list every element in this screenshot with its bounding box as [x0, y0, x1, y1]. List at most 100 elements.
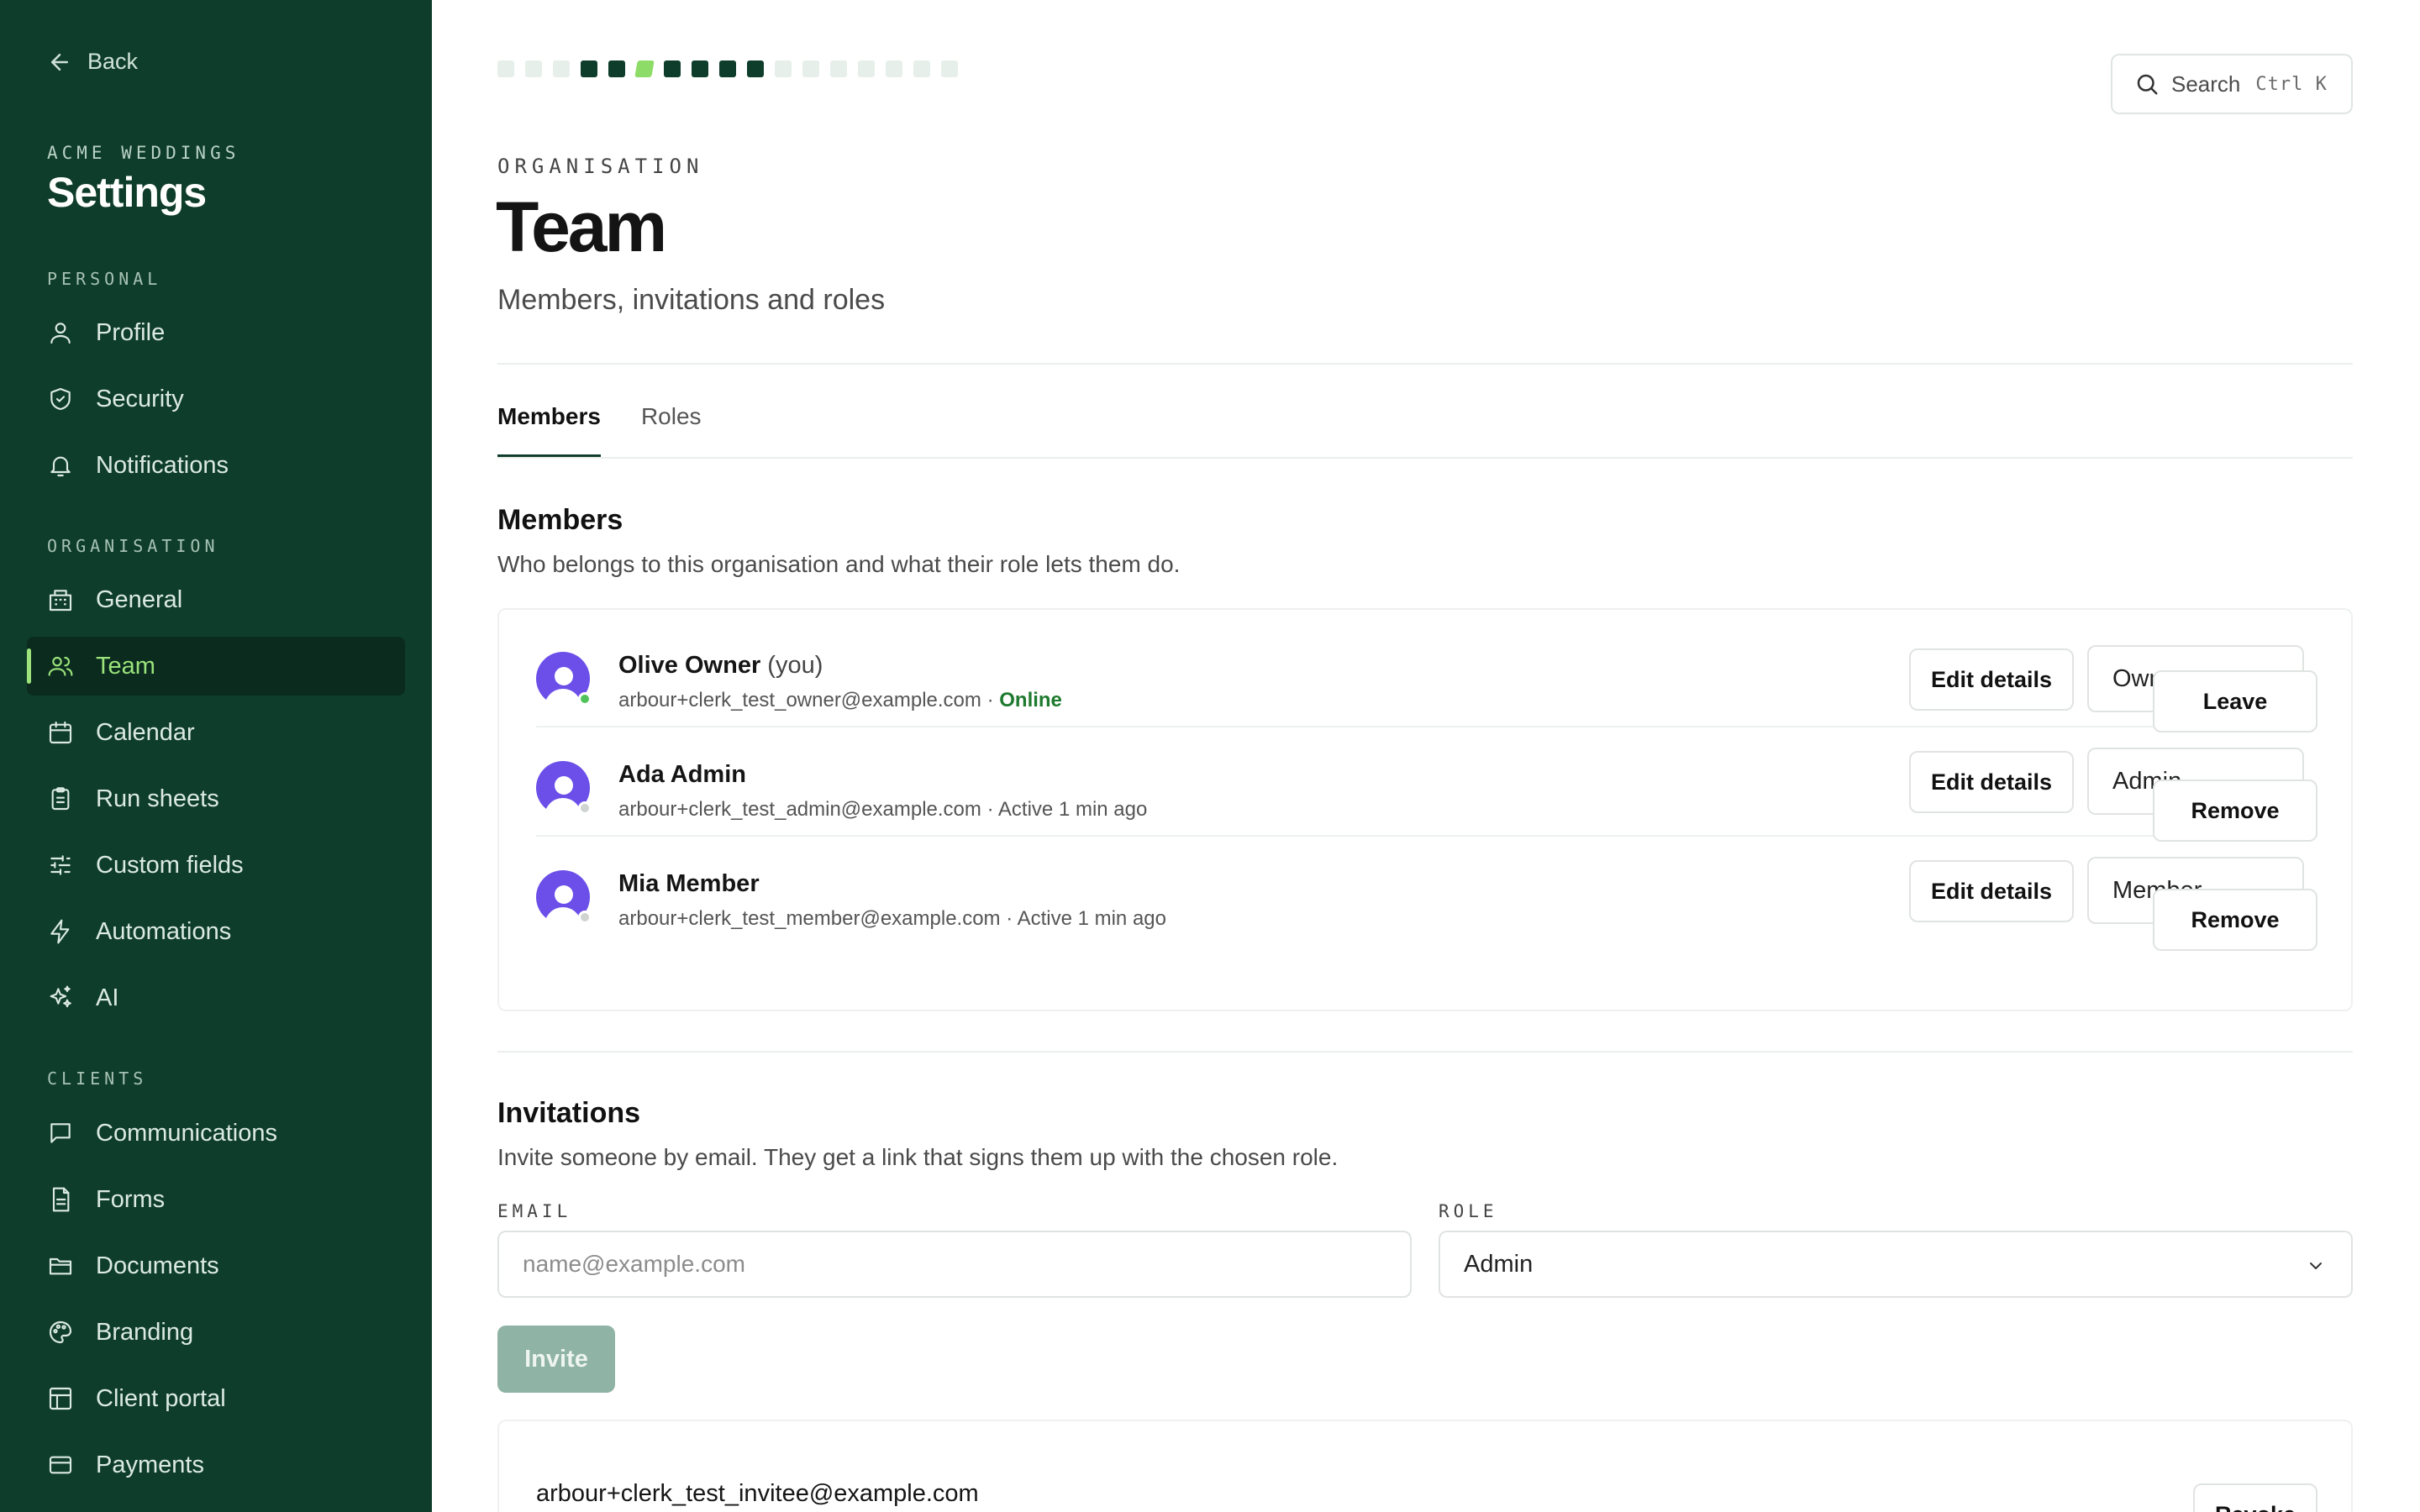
member-name: Ada Admin — [618, 761, 746, 788]
tab-bar: Members Roles — [497, 403, 702, 457]
sidebar-item-label: Communications — [96, 1119, 277, 1147]
progress-step — [886, 60, 902, 77]
progress-step — [941, 60, 958, 77]
setup-progress — [497, 60, 958, 77]
you-suffix: (you) — [767, 652, 823, 679]
members-heading: Members — [497, 504, 623, 536]
member-email: arbour+clerk_test_owner@example.com — [618, 689, 981, 711]
folder-open-icon — [49, 1257, 72, 1275]
sidebar-item-automations[interactable]: Automations — [27, 902, 405, 961]
sidebar-item-ai[interactable]: AI — [27, 969, 405, 1027]
back-label: Back — [87, 49, 139, 74]
progress-step — [525, 60, 542, 77]
user-icon — [50, 323, 71, 344]
search-shortcut: Ctrl K — [2255, 73, 2328, 95]
sidebar-item-documents[interactable]: Documents — [27, 1236, 405, 1295]
section-label-clients: CLIENTS — [47, 1068, 148, 1089]
member-status: Active 1 min ago — [997, 798, 1148, 821]
member-email: arbour+clerk_test_admin@example.com — [618, 798, 981, 821]
calendar-icon — [49, 721, 72, 744]
sidebar-item-client-portal[interactable]: Client portal — [27, 1369, 405, 1428]
sidebar-item-label: Security — [96, 385, 184, 412]
sparkles-icon — [50, 985, 71, 1008]
sidebar-item-label: Client portal — [96, 1384, 226, 1412]
invitations-description: Invite someone by email. They get a link… — [497, 1144, 1339, 1170]
progress-step — [719, 60, 736, 77]
invite-button[interactable]: Invite — [497, 1326, 615, 1393]
sliders-icon — [50, 855, 71, 875]
invite-email-input[interactable] — [497, 1231, 1412, 1298]
offline-status-dot — [578, 801, 592, 815]
invitations-heading: Invitations — [497, 1097, 641, 1129]
sidebar-item-branding[interactable]: Branding — [27, 1303, 405, 1362]
sidebar-item-general[interactable]: General — [27, 570, 405, 629]
tab-members[interactable]: Members — [497, 403, 601, 457]
member-row: Mia Member arbour+clerk_test_member@exam… — [536, 837, 2317, 946]
sidebar-item-label: Documents — [96, 1252, 219, 1279]
member-name: Olive Owner (you) — [618, 652, 823, 679]
sidebar-item-label: Calendar — [96, 718, 195, 746]
sidebar-item-payments[interactable]: Payments — [27, 1436, 405, 1494]
progress-step — [634, 60, 655, 77]
file-text-icon — [52, 1187, 70, 1212]
sidebar-item-calendar[interactable]: Calendar — [27, 703, 405, 762]
org-name: ACME WEDDINGS — [47, 143, 240, 163]
progress-step — [553, 60, 570, 77]
edit-details-button[interactable]: Edit details — [1909, 751, 2074, 813]
member-meta: arbour+clerk_test_admin@example.com · Ac… — [618, 798, 1148, 821]
progress-step — [664, 60, 681, 77]
sidebar-item-team[interactable]: Team — [27, 637, 405, 696]
member-name: Mia Member — [618, 870, 760, 897]
role-field-label: ROLE — [1439, 1201, 1498, 1221]
sidebar-item-label: Notifications — [96, 451, 229, 479]
sidebar-item-label: Forms — [96, 1185, 166, 1213]
sidebar-item-label: Run sheets — [96, 785, 219, 812]
edit-details-button[interactable]: Edit details — [1909, 860, 2074, 922]
shield-check-icon — [50, 387, 71, 411]
sidebar-item-forms[interactable]: Forms — [27, 1170, 405, 1229]
sidebar-item-label: Branding — [96, 1318, 194, 1346]
bell-icon — [50, 456, 71, 477]
search-icon — [2137, 74, 2158, 95]
sidebar-item-custom-fields[interactable]: Custom fields — [27, 836, 405, 895]
avatar — [536, 761, 592, 816]
progress-step — [497, 60, 514, 77]
leave-button[interactable]: Leave — [2153, 670, 2317, 732]
sidebar-item-profile[interactable]: Profile — [27, 303, 405, 362]
remove-member-button[interactable]: Remove — [2153, 780, 2317, 842]
building-icon — [49, 590, 72, 612]
sidebar-item-label: AI — [96, 984, 119, 1011]
sidebar-item-run-sheets[interactable]: Run sheets — [27, 769, 405, 828]
search-label: Search — [2171, 71, 2241, 97]
sidebar-item-label: Payments — [96, 1451, 204, 1478]
progress-step — [692, 60, 708, 77]
progress-step — [581, 60, 597, 77]
sidebar-item-label: Team — [96, 652, 155, 680]
sidebar-item-label: Custom fields — [96, 851, 244, 879]
remove-member-button[interactable]: Remove — [2153, 889, 2317, 951]
page-title: Team — [496, 187, 667, 266]
tab-roles[interactable]: Roles — [641, 403, 702, 455]
members-description: Who belongs to this organisation and wha… — [497, 551, 1181, 577]
member-email: arbour+clerk_test_member@example.com — [618, 907, 1001, 930]
back-link[interactable]: Back — [47, 49, 138, 75]
page-eyebrow: ORGANISATION — [497, 155, 704, 178]
sidebar-item-communications[interactable]: Communications — [27, 1104, 405, 1163]
member-status: Online — [999, 689, 1062, 711]
email-field-label: EMAIL — [497, 1201, 572, 1221]
invitee-email: arbour+clerk_test_invitee@example.com — [536, 1480, 979, 1507]
invite-role-select[interactable]: Admin — [1439, 1231, 2353, 1298]
sidebar-item-notifications[interactable]: Notifications — [27, 436, 405, 495]
member-row: Ada Admin arbour+clerk_test_admin@exampl… — [536, 727, 2317, 837]
sidebar-item-label: General — [96, 585, 183, 613]
progress-step — [913, 60, 930, 77]
sidebar-item-security[interactable]: Security — [27, 370, 405, 428]
member-status: Active 1 min ago — [1017, 907, 1166, 930]
users-icon — [48, 656, 73, 676]
revoke-invitation-button[interactable]: Revoke — [2193, 1483, 2317, 1512]
header-divider — [497, 363, 2353, 365]
settings-sidebar: Back ACME WEDDINGS Settings PERSONAL Pro… — [0, 0, 432, 1512]
edit-details-button[interactable]: Edit details — [1909, 648, 2074, 711]
palette-icon — [49, 1320, 72, 1344]
search-button[interactable]: Search Ctrl K — [2111, 54, 2353, 114]
